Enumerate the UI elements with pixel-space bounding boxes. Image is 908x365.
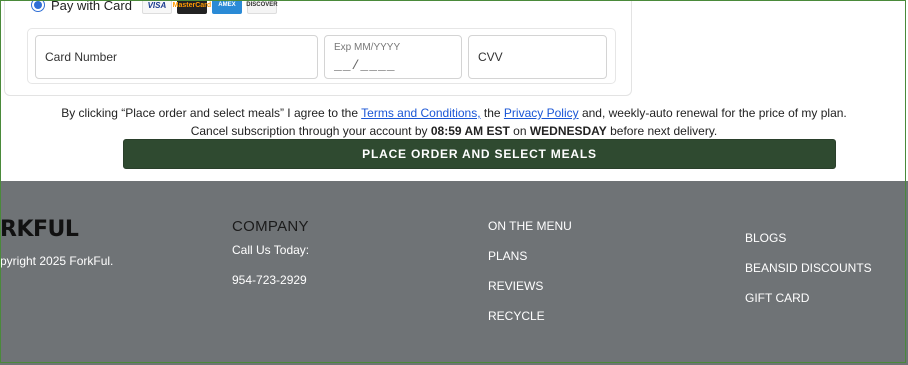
cancel-day: WEDNESDAY [529, 124, 607, 138]
brand-logo[interactable]: RKFUL [0, 217, 79, 242]
footer: RKFUL pyright 2025 ForkFul. COMPANY Call… [0, 181, 908, 365]
cvv-placeholder: CVV [478, 50, 503, 64]
call-us-label: Call Us Today: [232, 243, 310, 257]
terms-prefix: By clicking “Place order and select meal… [61, 106, 359, 120]
privacy-policy-link[interactable]: Privacy Policy [504, 106, 579, 120]
copyright-text: pyright 2025 ForkFul. [0, 254, 114, 268]
cancel-prefix: Cancel subscription through your account… [190, 124, 428, 138]
place-order-button[interactable]: PLACE ORDER AND SELECT MEALS [123, 139, 836, 169]
terms-line-2: Cancel subscription through your account… [0, 122, 908, 140]
card-number-placeholder: Card Number [45, 50, 118, 64]
footer-link-gift-card[interactable]: GIFT CARD [745, 291, 872, 305]
terms-mid: the [483, 106, 501, 120]
terms-suffix: and, weekly-auto renewal for the price o… [581, 106, 847, 120]
footer-links-column-2: BLOGS BEANSID DISCOUNTS GIFT CARD [745, 231, 872, 305]
terms-text: By clicking “Place order and select meal… [0, 104, 908, 140]
visa-logo-icon: VISA [141, 0, 172, 14]
card-logos: VISA MasterCard AMEX DISCOVER [141, 0, 278, 14]
footer-link-beansid-discounts[interactable]: BEANSID DISCOUNTS [745, 261, 872, 275]
amex-logo-icon: AMEX [211, 0, 242, 14]
company-heading: COMPANY [232, 218, 309, 235]
card-fields-group: Card Number Exp MM/YYYY __/____ CVV [27, 28, 616, 84]
terms-and-conditions-link[interactable]: Terms and Conditions, [361, 106, 480, 120]
cancel-on: on [513, 124, 527, 138]
pay-with-card-label: Pay with Card [51, 0, 132, 13]
footer-link-on-the-menu[interactable]: ON THE MENU [488, 219, 572, 233]
cvv-field[interactable]: CVV [468, 35, 607, 79]
footer-link-plans[interactable]: PLANS [488, 249, 572, 263]
expiry-mask: __/____ [334, 58, 396, 73]
footer-link-recycle[interactable]: RECYCLE [488, 309, 572, 323]
expiry-label: Exp MM/YYYY [334, 42, 401, 53]
cancel-time: 08:59 AM EST [430, 124, 510, 138]
phone-link[interactable]: 954-723-2929 [232, 273, 307, 287]
card-number-field[interactable]: Card Number [35, 35, 318, 79]
footer-link-reviews[interactable]: REVIEWS [488, 279, 572, 293]
pay-with-card-option[interactable]: Pay with Card VISA MasterCard AMEX DISCO… [31, 0, 278, 16]
footer-links-column-1: ON THE MENU PLANS REVIEWS RECYCLE [488, 219, 572, 323]
payment-panel: Pay with Card VISA MasterCard AMEX DISCO… [4, 0, 632, 96]
pay-with-card-radio[interactable] [31, 0, 45, 12]
expiry-field[interactable]: Exp MM/YYYY __/____ [324, 35, 462, 79]
mastercard-logo-icon: MasterCard [173, 0, 211, 14]
terms-line-1: By clicking “Place order and select meal… [0, 104, 908, 122]
discover-logo-icon: DISCOVER [246, 0, 278, 14]
cancel-suffix: before next delivery. [610, 124, 718, 138]
footer-link-blogs[interactable]: BLOGS [745, 231, 872, 245]
